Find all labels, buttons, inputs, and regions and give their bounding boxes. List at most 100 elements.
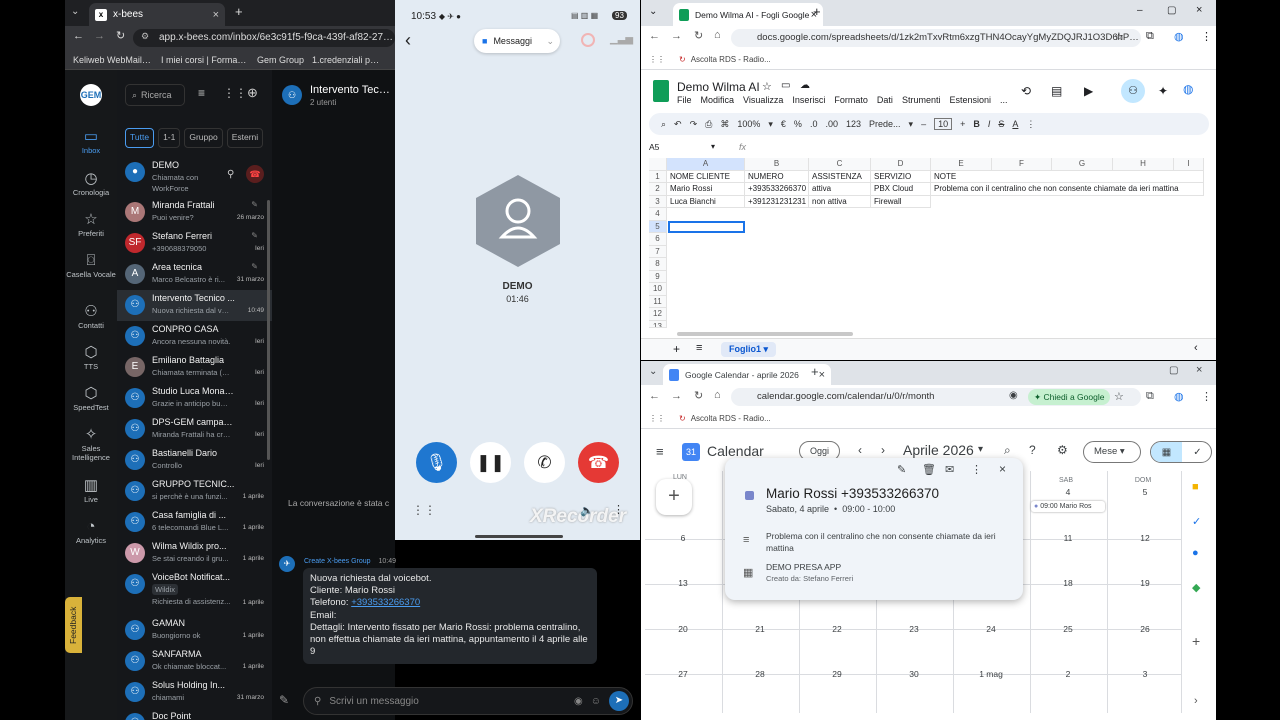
back-icon[interactable]: ‹ (405, 30, 411, 51)
transfer-button[interactable]: ✆ (524, 442, 565, 483)
chat-item-selected[interactable]: ⚇ Intervento Tecnico ... Nuova richiesta d… (117, 290, 272, 321)
all-sheets-icon[interactable]: ≡ (696, 342, 702, 354)
search-box[interactable]: ⌕ Ricerca (125, 84, 185, 106)
rail-inbox[interactable]: ▭ Inbox (65, 128, 117, 155)
account-icon[interactable]: ◍ (1183, 82, 1193, 96)
chat-item[interactable]: A Area tecnica Marco Belcastro è ri... 31 m… (117, 259, 272, 290)
font-select[interactable]: Prede... (869, 119, 901, 129)
close-tab-icon[interactable]: × (819, 369, 825, 381)
profile-icon[interactable]: ◍ (1174, 390, 1184, 403)
extensions-icon[interactable]: ⧉ (1146, 390, 1154, 403)
tab-search-icon[interactable]: ⌄ (649, 6, 657, 17)
rail-live[interactable]: ▥ Live (65, 477, 117, 504)
column-header[interactable]: B (745, 158, 809, 171)
close-icon[interactable]: × (999, 462, 1006, 476)
cell[interactable]: PBX Cloud (871, 183, 931, 196)
row-header[interactable]: 1 (649, 170, 667, 183)
chat-item[interactable]: ⚇ SANFARMA Ok chiamate bloccat... 1 aprile (117, 646, 272, 677)
filter-tutte[interactable]: Tutte (125, 128, 155, 148)
message-phone-link[interactable]: +393533266370 (351, 597, 420, 608)
site-info-icon[interactable]: ⚙ (141, 31, 149, 42)
tab-sheets[interactable]: Demo Wilma AI - Fogli Google × (673, 3, 823, 26)
horizontal-scrollbar[interactable] (677, 332, 853, 336)
row-header[interactable]: 10 (649, 283, 667, 296)
bookmark-keliweb[interactable]: Keliweb WebMail :... (73, 55, 153, 65)
cell[interactable]: SERVIZIO (871, 170, 931, 183)
user-avatar[interactable]: GEM (80, 84, 102, 106)
gemini-icon[interactable]: ✦ (1158, 84, 1168, 98)
menu-inserisci[interactable]: Inserisci (792, 95, 825, 105)
row-header[interactable]: 8 (649, 258, 667, 271)
apps-grid-icon[interactable]: ⋮⋮ (223, 86, 247, 100)
day-number[interactable]: 28 (722, 669, 798, 679)
comments-icon[interactable]: ▤ (1051, 84, 1062, 98)
minimize-icon[interactable]: – (1137, 5, 1143, 16)
list-scrollbar[interactable] (267, 200, 270, 460)
cell[interactable]: NUMERO (745, 170, 809, 183)
strikethrough-icon[interactable]: S (998, 119, 1004, 129)
day-number[interactable]: 1 mag (953, 669, 1029, 679)
row-header[interactable]: 11 (649, 295, 667, 308)
chat-item[interactable]: W Wilma Wildix pro... Se stai creando il g… (117, 538, 272, 569)
url-field[interactable]: app.x-bees.com/inbox/6e3c91f5-f9ca-439f-… (133, 29, 395, 47)
attach-icon[interactable]: ⚲ (314, 696, 321, 707)
filter-gruppo[interactable]: Gruppo (184, 128, 223, 148)
chat-item[interactable]: ⚇ VoiceBot Notificat... Wildix Richiesta di… (117, 569, 272, 611)
column-header[interactable]: D (871, 158, 931, 171)
rail-casella-vocale[interactable]: ⌼ Casella Vocale (65, 252, 117, 279)
tab-xbees[interactable]: x x-bees × (89, 3, 225, 26)
day-number[interactable]: 5 (1107, 487, 1183, 497)
sheets-logo-icon[interactable] (653, 80, 669, 102)
cell[interactable]: NOTE (931, 170, 1204, 183)
close-window-icon[interactable]: × (1196, 4, 1202, 16)
number-format-icon[interactable]: 123 (846, 119, 861, 129)
apps-icon[interactable]: ⋮⋮ (649, 55, 665, 64)
day-number[interactable]: 19 (1107, 578, 1183, 588)
day-number[interactable]: 25 (1030, 624, 1106, 634)
day-number[interactable]: 20 (645, 624, 721, 634)
new-tab-icon[interactable]: + (813, 4, 821, 19)
row-header[interactable]: 12 (649, 308, 667, 321)
keep-icon[interactable]: ■ (1192, 481, 1199, 493)
next-month-icon[interactable]: › (881, 443, 885, 457)
home-icon[interactable]: ⌂ (714, 29, 721, 41)
edit-icon[interactable]: ✎ (897, 463, 906, 476)
rail-cronologia[interactable]: ◷ Cronologia (65, 170, 117, 197)
menu-estensioni[interactable]: Estensioni (949, 95, 991, 105)
print-icon[interactable]: ⎙ (705, 119, 712, 130)
menu-icon[interactable]: ⋮ (1201, 390, 1212, 403)
row-header[interactable]: 2 (649, 183, 667, 196)
help-icon[interactable]: ? (1029, 443, 1036, 457)
add-sheet-icon[interactable]: + (673, 342, 680, 356)
font-size-input[interactable]: 10 (934, 118, 953, 130)
filter-1-1[interactable]: 1-1 (158, 128, 181, 148)
day-number[interactable]: 30 (876, 669, 952, 679)
font-size-increase-icon[interactable]: + (960, 119, 965, 129)
side-panel-chevron-icon[interactable]: › (1194, 695, 1198, 707)
row-header[interactable]: 3 (649, 195, 667, 208)
back-icon[interactable]: ← (649, 30, 660, 42)
chat-item-demo[interactable]: ● DEMO Chiamata con WorkForce ⚲ ☎ (117, 157, 272, 195)
home-icon[interactable]: ⌂ (714, 389, 721, 401)
back-icon[interactable]: ← (73, 30, 84, 42)
row-header[interactable]: 4 (649, 208, 667, 221)
mute-button[interactable]: 🎙 (416, 442, 457, 483)
magic-icon[interactable]: ✎ (279, 693, 289, 707)
new-chat-icon[interactable]: ⊕ (247, 85, 258, 101)
cell[interactable]: ASSISTENZA (809, 170, 871, 183)
chat-item[interactable]: ⚇ DPS-GEM campagne... Miranda Frattali ha … (117, 414, 272, 445)
meet-icon[interactable]: ▶ (1084, 84, 1093, 98)
add-addon-icon[interactable]: + (1192, 633, 1200, 649)
column-header[interactable]: I (1174, 158, 1204, 171)
home-indicator[interactable] (475, 535, 563, 538)
bookmark-star-icon[interactable]: ☆ (1114, 390, 1124, 403)
day-number[interactable]: 26 (1107, 624, 1183, 634)
ask-google-button[interactable]: ✦ Chiedi a Google (1028, 389, 1111, 405)
chat-item[interactable]: SF Stefano Ferreri +390688379050 Ieri ✎ (117, 228, 272, 259)
day-number[interactable]: 18 (1030, 578, 1106, 588)
bold-icon[interactable]: B (973, 119, 980, 129)
maximize-icon[interactable]: ▢ (1169, 365, 1178, 376)
sheet-tab-foglio1[interactable]: Foglio1 ▾ (721, 342, 777, 357)
paint-format-icon[interactable]: ⌘ (720, 119, 729, 130)
tab-search-icon[interactable]: ⌄ (71, 6, 79, 17)
